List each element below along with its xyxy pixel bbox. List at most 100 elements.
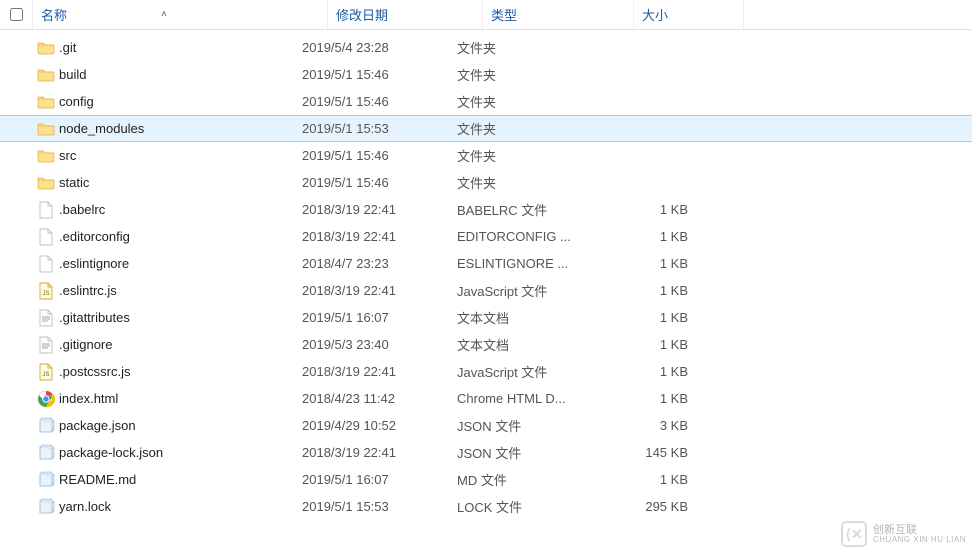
file-row[interactable]: static 2019/5/1 15:46文件夹: [0, 169, 972, 196]
file-name: config: [59, 94, 94, 109]
blank-icon: [33, 201, 59, 219]
file-row[interactable]: config 2019/5/1 15:46文件夹: [0, 88, 972, 115]
blank-icon: [33, 228, 59, 246]
file-name: build: [59, 67, 86, 82]
column-header-size[interactable]: 大小: [634, 0, 744, 29]
file-size: 3 KB: [608, 418, 718, 433]
file-type: MD 文件: [457, 470, 608, 489]
text-icon: [33, 336, 59, 354]
file-row[interactable]: .gitattributes2019/5/1 16:07文本文档1 KB: [0, 304, 972, 331]
column-header-type[interactable]: 类型: [483, 0, 634, 29]
file-size: 1 KB: [608, 472, 718, 487]
file-row[interactable]: yarn.lock 2019/5/1 15:53LOCK 文件295 KB: [0, 493, 972, 520]
column-header-date[interactable]: 修改日期: [328, 0, 483, 29]
file-type: LOCK 文件: [457, 497, 608, 516]
file-row[interactable]: package-lock.json2018/3/19 22:41JSON 文件1…: [0, 439, 972, 466]
file-name: .eslintrc.js: [59, 283, 117, 298]
watermark-sub: CHUANG XIN HU LIAN: [873, 536, 966, 545]
file-type: 文件夹: [457, 92, 608, 111]
file-type: 文件夹: [457, 65, 608, 84]
svg-text:JS: JS: [42, 291, 49, 297]
watermark-brand: 创新互联: [873, 524, 966, 536]
column-header-date-label: 修改日期: [336, 5, 388, 24]
file-size: 1 KB: [608, 310, 718, 325]
file-row[interactable]: .eslintignore 2018/4/7 23:23ESLINTIGNORE …: [0, 250, 972, 277]
file-type: JSON 文件: [457, 443, 608, 462]
folder-icon: [33, 66, 59, 84]
select-all-checkbox[interactable]: [10, 8, 23, 21]
file-type: 文件夹: [457, 38, 608, 57]
file-row[interactable]: package.json 2019/4/29 10:52JSON 文件3 KB: [0, 412, 972, 439]
file-date: 2018/3/19 22:41: [302, 229, 457, 244]
file-size: 295 KB: [608, 499, 718, 514]
file-date: 2019/5/1 16:07: [302, 472, 457, 487]
file-date: 2019/5/1 15:46: [302, 94, 457, 109]
file-name: .eslintignore: [59, 256, 129, 271]
file-name: .gitignore: [59, 337, 112, 352]
file-row[interactable]: index.html2018/4/23 11:42Chrome HTML D..…: [0, 385, 972, 412]
file-type: 文件夹: [457, 173, 608, 192]
file-type: ESLINTIGNORE ...: [457, 256, 608, 271]
file-row[interactable]: JS .postcssrc.js 2018/3/19 22:41JavaScript…: [0, 358, 972, 385]
file-date: 2019/5/1 15:46: [302, 148, 457, 163]
file-row[interactable]: node_modules2019/5/1 15:53文件夹: [0, 115, 972, 142]
file-date: 2019/5/1 15:53: [302, 121, 457, 136]
folder-icon: [33, 93, 59, 111]
column-header-row: 名称 ˄ 修改日期 类型 大小: [0, 0, 972, 30]
file-name: .gitattributes: [59, 310, 130, 325]
watermark-logo-icon: ⟨✕: [841, 521, 867, 547]
file-row[interactable]: .gitignore2019/5/3 23:40文本文档1 KB: [0, 331, 972, 358]
file-row[interactable]: .git2019/5/4 23:28文件夹: [0, 34, 972, 61]
file-size: 1 KB: [608, 391, 718, 406]
file-date: 2018/4/23 11:42: [302, 391, 457, 406]
svg-text:JS: JS: [42, 372, 49, 378]
file-list: .git2019/5/4 23:28文件夹build2019/5/1 15:46…: [0, 30, 972, 520]
file-name: .postcssrc.js: [59, 364, 131, 379]
file-type: JavaScript 文件: [457, 281, 608, 300]
file-name: package.json: [59, 418, 136, 433]
file-row[interactable]: JS .eslintrc.js 2018/3/19 22:41JavaScript …: [0, 277, 972, 304]
file-row[interactable]: .editorconfig2018/3/19 22:41EDITORCONFIG…: [0, 223, 972, 250]
file-date: 2018/3/19 22:41: [302, 445, 457, 460]
js-icon: JS: [33, 363, 59, 381]
file-date: 2019/5/1 15:46: [302, 175, 457, 190]
file-type: Chrome HTML D...: [457, 391, 608, 406]
file-date: 2018/3/19 22:41: [302, 364, 457, 379]
file-size: 1 KB: [608, 364, 718, 379]
folder-icon: [33, 120, 59, 138]
file-name: static: [59, 175, 89, 190]
file-type: JSON 文件: [457, 416, 608, 435]
file-size: 1 KB: [608, 337, 718, 352]
file-name: src: [59, 148, 76, 163]
file3d-icon: [33, 471, 59, 489]
file-name: yarn.lock: [59, 499, 111, 514]
folder-icon: [33, 174, 59, 192]
file-date: 2018/4/7 23:23: [302, 256, 457, 271]
file-date: 2019/5/1 16:07: [302, 310, 457, 325]
file-date: 2019/4/29 10:52: [302, 418, 457, 433]
file-name: README.md: [59, 472, 136, 487]
file-date: 2019/5/1 15:53: [302, 499, 457, 514]
file-row[interactable]: src2019/5/1 15:46文件夹: [0, 142, 972, 169]
blank-icon: [33, 255, 59, 273]
file-row[interactable]: README.md 2019/5/1 16:07MD 文件1 KB: [0, 466, 972, 493]
file-type: EDITORCONFIG ...: [457, 229, 608, 244]
file3d-icon: [33, 444, 59, 462]
select-all-cell[interactable]: [0, 0, 33, 29]
file-type: JavaScript 文件: [457, 362, 608, 381]
file-size: 1 KB: [608, 202, 718, 217]
file-type: 文本文档: [457, 335, 608, 354]
file-size: 145 KB: [608, 445, 718, 460]
file-date: 2018/3/19 22:41: [302, 283, 457, 298]
file-row[interactable]: .babelrc2018/3/19 22:41BABELRC 文件1 KB: [0, 196, 972, 223]
file-name: .git: [59, 40, 76, 55]
sort-asc-icon: ˄: [161, 9, 167, 20]
column-header-type-label: 类型: [491, 5, 517, 24]
column-header-size-label: 大小: [642, 5, 668, 24]
folder-icon: [33, 39, 59, 57]
chrome-icon: [33, 390, 59, 408]
file-row[interactable]: build2019/5/1 15:46文件夹: [0, 61, 972, 88]
file-type: BABELRC 文件: [457, 200, 608, 219]
text-icon: [33, 309, 59, 327]
column-header-name[interactable]: 名称 ˄: [33, 0, 328, 29]
